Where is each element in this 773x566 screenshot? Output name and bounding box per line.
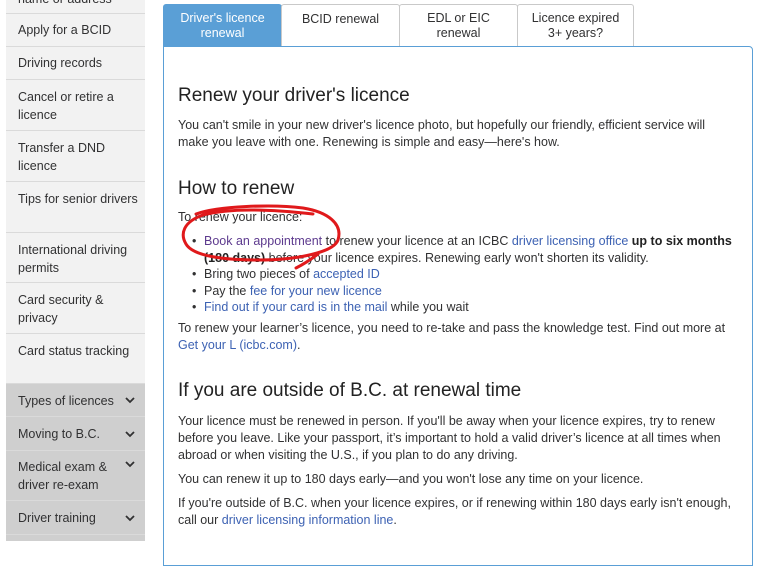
sidebar-item-cancel-licence[interactable]: Cancel or retire a licence — [6, 80, 145, 131]
how-to-renew-heading: How to renew — [178, 178, 295, 199]
list-item: Find out if your card is in the mail whi… — [192, 299, 737, 316]
tab-licence-expired[interactable]: Licence expired 3+ years? — [517, 4, 634, 47]
list-item-text: Pay the — [204, 283, 250, 298]
chevron-down-icon — [125, 461, 135, 468]
tab-bcid-renewal[interactable]: BCID renewal — [281, 4, 400, 47]
licensing-info-line-link[interactable]: driver licensing information line — [222, 513, 394, 527]
chevron-down-icon — [125, 397, 135, 404]
list-item-text: while you wait — [387, 300, 469, 314]
sidebar-section-label: Driver training — [18, 511, 96, 525]
sidebar-item-card-status[interactable]: Card status tracking — [6, 334, 145, 384]
sidebar-section-label: Medical exam & driver re-exam — [18, 460, 107, 492]
tab-label: BCID renewal — [301, 12, 380, 26]
outside-bc-paragraph-1: Your licence must be renewed in person. … — [178, 414, 721, 462]
learner-end: . — [297, 338, 301, 352]
sidebar-item-senior-tips[interactable]: Tips for senior drivers — [6, 182, 145, 233]
tab-label: EDL or EIC renewal — [427, 11, 490, 40]
get-your-l-link[interactable]: Get your L (icbc.com) — [178, 338, 297, 352]
accepted-id-link[interactable]: accepted ID — [313, 267, 380, 281]
licence-fee-link[interactable]: fee for your new licence — [250, 284, 382, 298]
outside-p3-end: . — [393, 513, 397, 527]
sidebar-item-international-permits[interactable]: International driving permits — [6, 233, 145, 283]
outside-bc-paragraph-3: If you're outside of B.C. when your lice… — [178, 495, 733, 529]
list-item: Pay the fee for your new licence — [192, 283, 737, 300]
driver-licensing-office-link[interactable]: driver licensing office — [512, 234, 629, 248]
learner-text: To renew your learner’s licence, you nee… — [178, 321, 726, 335]
card-in-mail-link[interactable]: Find out if your card is in the mail — [204, 300, 387, 314]
tab-label: Driver's licence renewal — [180, 11, 265, 40]
tab-drivers-licence-renewal[interactable]: Driver's licence renewal — [163, 4, 282, 47]
list-item-text: to renew your licence at an ICBC — [322, 234, 512, 248]
sidebar-item-label: International driving permits — [18, 243, 128, 275]
sidebar-item-label: Card security & privacy — [18, 293, 104, 325]
list-item: Bring two pieces of accepted ID — [192, 266, 737, 283]
sidebar-item-label: Tips for senior drivers — [18, 192, 138, 206]
sidebar-item-name-or-address[interactable]: name or address — [6, 0, 145, 14]
sidebar-section-moving-to-bc[interactable]: Moving to B.C. — [6, 417, 145, 451]
sidebar-section-driver-training[interactable]: Driver training — [6, 501, 145, 535]
list-item-text: Bring two pieces of — [204, 267, 314, 281]
intro-text: You can't smile in your new driver's lic… — [178, 118, 706, 149]
sidebar-section-types-of-licences[interactable]: Types of licences — [6, 384, 145, 417]
page-title: Renew your driver's licence — [178, 85, 410, 106]
sidebar-item-transfer-dnd[interactable]: Transfer a DND licence — [6, 131, 145, 182]
sidebar-item-card-security[interactable]: Card security & privacy — [6, 283, 145, 334]
sidebar-item-apply-bcid[interactable]: Apply for a BCID — [6, 14, 145, 47]
sidebar-section-more[interactable] — [6, 535, 145, 541]
sidebar-section-medical-exam[interactable]: Medical exam & driver re-exam — [6, 451, 145, 501]
book-appointment-link[interactable]: Book an appointment — [204, 234, 322, 248]
sidebar-item-label: Cancel or retire a licence — [18, 90, 114, 122]
sidebar-section-label: Moving to B.C. — [18, 427, 100, 441]
chevron-down-icon — [125, 514, 135, 521]
outside-bc-paragraph-2: You can renew it up to 180 days early—an… — [178, 472, 644, 486]
chevron-down-icon — [125, 430, 135, 437]
outside-bc-heading: If you are outside of B.C. at renewal ti… — [178, 380, 522, 401]
sidebar-item-label: Card status tracking — [18, 344, 130, 358]
renewal-steps-list: Book an appointment to renew your licenc… — [192, 233, 737, 316]
tab-edl-eic-renewal[interactable]: EDL or EIC renewal — [399, 4, 518, 47]
tab-label: Licence expired 3+ years? — [531, 11, 620, 40]
sidebar-nav: name or address Apply for a BCID Driving… — [6, 0, 145, 541]
sidebar-item-label: name or address — [18, 0, 112, 8]
sidebar-item-driving-records[interactable]: Driving records — [6, 47, 145, 80]
sidebar-item-label: Transfer a DND licence — [18, 141, 106, 173]
learner-licence-text: To renew your learner’s licence, you nee… — [178, 320, 733, 354]
sidebar-item-label: Driving records — [18, 56, 103, 70]
list-item-text: before your licence expires. Renewing ea… — [265, 250, 649, 265]
list-item: Book an appointment to renew your licenc… — [192, 233, 737, 266]
sidebar-item-label: Apply for a BCID — [18, 23, 112, 37]
sidebar-section-label: Types of licences — [18, 394, 114, 408]
how-to-renew-lead: To renew your licence: — [178, 210, 303, 224]
